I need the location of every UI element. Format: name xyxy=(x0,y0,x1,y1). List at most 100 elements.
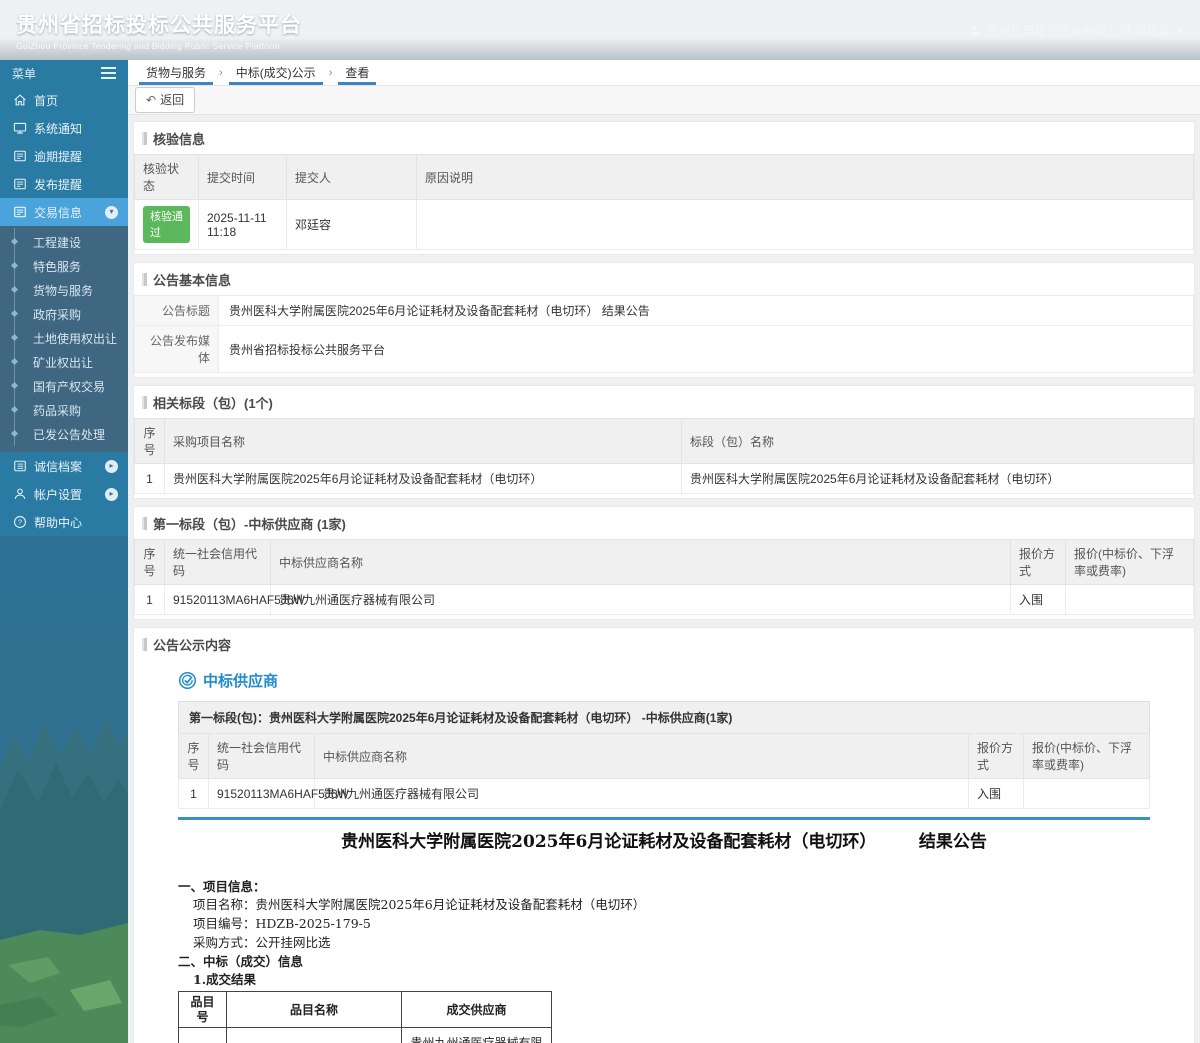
sidebar-item-account-settings[interactable]: 帐户设置 ▸ xyxy=(0,480,128,508)
breadcrumb-item-award-publicity[interactable]: 中标(成交)公示 xyxy=(224,60,328,85)
item-name: 电切环 xyxy=(227,1028,402,1043)
table-row: 1 电切环 贵州九州通医疗器械有限公司 xyxy=(179,1028,552,1043)
breadcrumb: 货物与服务 › 中标(成交)公示 › 查看 xyxy=(128,60,1200,86)
chevron-right-icon: ▸ xyxy=(105,460,118,473)
sidebar-item-label: 逾期提醒 xyxy=(34,148,82,165)
bullet-icon xyxy=(10,238,17,245)
bullet-icon xyxy=(10,334,17,341)
sidebar-subitem-engineering[interactable]: 工程建设 xyxy=(0,230,128,254)
user-gear-icon xyxy=(12,487,27,502)
section-verification-info: 核验信息 核验状态 提交时间 提交人 原因说明 核验通过 2025-11-11 … xyxy=(133,121,1195,255)
app-window: 贵州省招标投标公共服务平台 GuiZhou Province Tendering… xyxy=(0,0,1200,1043)
sidebar-item-label: 发布提醒 xyxy=(34,176,82,193)
bullet-icon xyxy=(10,406,17,413)
submit-time: 2025-11-11 11:18 xyxy=(199,200,287,250)
col-header: 原因说明 xyxy=(417,155,1194,200)
sidebar-item-label: 首页 xyxy=(34,92,58,109)
brand: 贵州省招标投标公共服务平台 GuiZhou Province Tendering… xyxy=(0,9,302,51)
section-title: 公告基本信息 xyxy=(134,263,1194,295)
col-header: 中标供应商名称 xyxy=(271,540,1011,585)
col-header: 报价方式 xyxy=(1011,540,1066,585)
field-label: 公告标题 xyxy=(135,296,219,326)
doc-heading: 二、中标（成交）信息 xyxy=(178,954,1150,969)
sidebar-item-publish-reminder[interactable]: 发布提醒 xyxy=(0,170,128,198)
breadcrumb-item-view[interactable]: 查看 xyxy=(333,60,381,85)
platform-subtitle: GuiZhou Province Tendering and Bidding P… xyxy=(16,41,302,51)
doc-line: 采购方式：公开挂网比选 xyxy=(193,935,1150,950)
row-index: 1 xyxy=(135,585,165,615)
sidebar-subitem-drug-procurement[interactable]: 药品采购 xyxy=(0,398,128,422)
sidebar-subitem-state-property[interactable]: 国有产权交易 xyxy=(0,374,128,398)
section-announcement-basic-info: 公告基本信息 公告标题 贵州医科大学附属医院2025年6月论证耗材及设备配套耗材… xyxy=(133,262,1195,378)
sidebar-menu-header: 菜单 xyxy=(0,60,128,86)
project-name: 贵州医科大学附属医院2025年6月论证耗材及设备配套耗材（电切环） xyxy=(165,464,682,494)
sidebar-subitem-gov-procurement[interactable]: 政府采购 xyxy=(0,302,128,326)
chevron-down-icon: ▾ xyxy=(105,206,118,219)
menu-label: 菜单 xyxy=(12,65,36,82)
doc-line: 项目名称：贵州医科大学附属医院2025年6月论证耗材及设备配套耗材（电切环） xyxy=(193,897,1150,912)
user-name: 贵州弘典建设咨询有限公司-邓廷容 xyxy=(986,22,1170,39)
col-header: 序号 xyxy=(135,419,165,464)
sidebar-subitem-mining-rights[interactable]: 矿业权出让 xyxy=(0,350,128,374)
sidebar-item-help-center[interactable]: ? 帮助中心 xyxy=(0,508,128,536)
supplier-name: 贵州九州通医疗器械有限公司 xyxy=(315,779,969,809)
section-related-packages: 相关标段（包）(1个) 序号 采购项目名称 标段（包）名称 1 贵州医科大学附属… xyxy=(133,385,1195,499)
sidebar-subitem-published-announcements[interactable]: 已发公告处理 xyxy=(0,422,128,446)
main-content: 货物与服务 › 中标(成交)公示 › 查看 ↶ 返回 核验信息 xyxy=(128,60,1200,1043)
table-row: 1 贵州医科大学附属医院2025年6月论证耗材及设备配套耗材（电切环） 贵州医科… xyxy=(135,464,1194,494)
sidebar-subitem-featured-services[interactable]: 特色服务 xyxy=(0,254,128,278)
sidebar-subitem-goods-services[interactable]: 货物与服务 xyxy=(0,278,128,302)
col-header: 中标供应商名称 xyxy=(315,734,969,779)
table-row: 公告标题 贵州医科大学附属医院2025年6月论证耗材及设备配套耗材（电切环） 结… xyxy=(135,296,1194,326)
winning-supplier-heading: 中标供应商 xyxy=(178,670,1150,691)
section-announcement-content: 公告公示内容 中标供应商 第 xyxy=(133,627,1195,1043)
page-body: 菜单 首页 系统通知 xyxy=(0,60,1200,1043)
doc-subheading: 1.成交结果 xyxy=(193,972,1150,987)
col-header: 统一社会信用代码 xyxy=(209,734,315,779)
caret-down-icon: ▾ xyxy=(1177,25,1182,36)
section-title: 第一标段（包）-中标供应商 (1家) xyxy=(134,507,1194,539)
quote-method: 入围 xyxy=(969,779,1024,809)
supplier-name: 贵州九州通医疗器械有限公司 xyxy=(271,585,1011,615)
credit-code: 91520113MA6HAF5J6W xyxy=(209,779,315,809)
bullet-icon xyxy=(10,430,17,437)
platform-title: 贵州省招标投标公共服务平台 xyxy=(16,9,302,39)
quote-method: 入围 xyxy=(1011,585,1066,615)
col-header: 统一社会信用代码 xyxy=(165,540,271,585)
content-area: 核验信息 核验状态 提交时间 提交人 原因说明 核验通过 2025-11-11 … xyxy=(128,115,1200,1043)
related-packages-table: 序号 采购项目名称 标段（包）名称 1 贵州医科大学附属医院2025年6月论证耗… xyxy=(134,418,1194,494)
col-header: 序号 xyxy=(179,734,209,779)
back-button-label: 返回 xyxy=(160,91,184,108)
sidebar-item-home[interactable]: 首页 xyxy=(0,86,128,114)
col-header: 标段（包）名称 xyxy=(682,419,1194,464)
hamburger-icon[interactable] xyxy=(101,67,116,79)
section-title: 公告公示内容 xyxy=(134,628,1194,660)
user-menu[interactable]: 贵州弘典建设咨询有限公司-邓廷容 ▾ xyxy=(968,22,1200,39)
sidebar-item-system-notice[interactable]: 系统通知 xyxy=(0,114,128,142)
bullet-icon xyxy=(10,310,17,317)
bullet-icon xyxy=(10,262,17,269)
section-title: 核验信息 xyxy=(134,122,1194,154)
credit-code: 91520113MA6HAF5J6W xyxy=(165,585,271,615)
publish-media-value: 贵州省招标投标公共服务平台 xyxy=(219,326,1194,373)
sidebar-subitem-land-use[interactable]: 土地使用权出让 xyxy=(0,326,128,350)
result-table: 品目号 品目名称 成交供应商 1 电切环 贵州九州通医疗器械有限公司 xyxy=(178,991,552,1043)
section-winning-suppliers: 第一标段（包）-中标供应商 (1家) 序号 统一社会信用代码 中标供应商名称 报… xyxy=(133,506,1195,620)
breadcrumb-item-goods-services[interactable]: 货物与服务 xyxy=(134,60,218,85)
sidebar-item-trade-info[interactable]: 交易信息 ▾ xyxy=(0,198,128,226)
col-header: 成交供应商 xyxy=(402,992,552,1028)
notice-body: 中标供应商 第一标段(包)：贵州医科大学附属医院2025年6月论证耗材及设备配套… xyxy=(178,670,1150,1043)
sidebar-submenu: 工程建设 特色服务 货物与服务 政府采购 土地使用权出让 矿业权出让 国有产权交… xyxy=(0,226,128,452)
table-row: 公告发布媒体 贵州省招标投标公共服务平台 xyxy=(135,326,1194,373)
col-header: 采购项目名称 xyxy=(165,419,682,464)
sidebar-item-label: 交易信息 xyxy=(34,204,82,221)
back-button[interactable]: ↶ 返回 xyxy=(135,87,195,113)
row-index: 1 xyxy=(135,464,165,494)
back-icon: ↶ xyxy=(146,93,156,107)
doc-heading: 一、项目信息： xyxy=(178,879,1150,894)
col-header: 核验状态 xyxy=(135,155,199,200)
sidebar-item-integrity-files[interactable]: 诚信档案 ▸ xyxy=(0,452,128,480)
document-title: 贵州医科大学附属医院2025年6月论证耗材及设备配套耗材（电切环） 结果公告 xyxy=(178,832,1150,853)
sidebar-item-overdue-reminder[interactable]: 逾期提醒 xyxy=(0,142,128,170)
document-icon xyxy=(12,149,27,164)
